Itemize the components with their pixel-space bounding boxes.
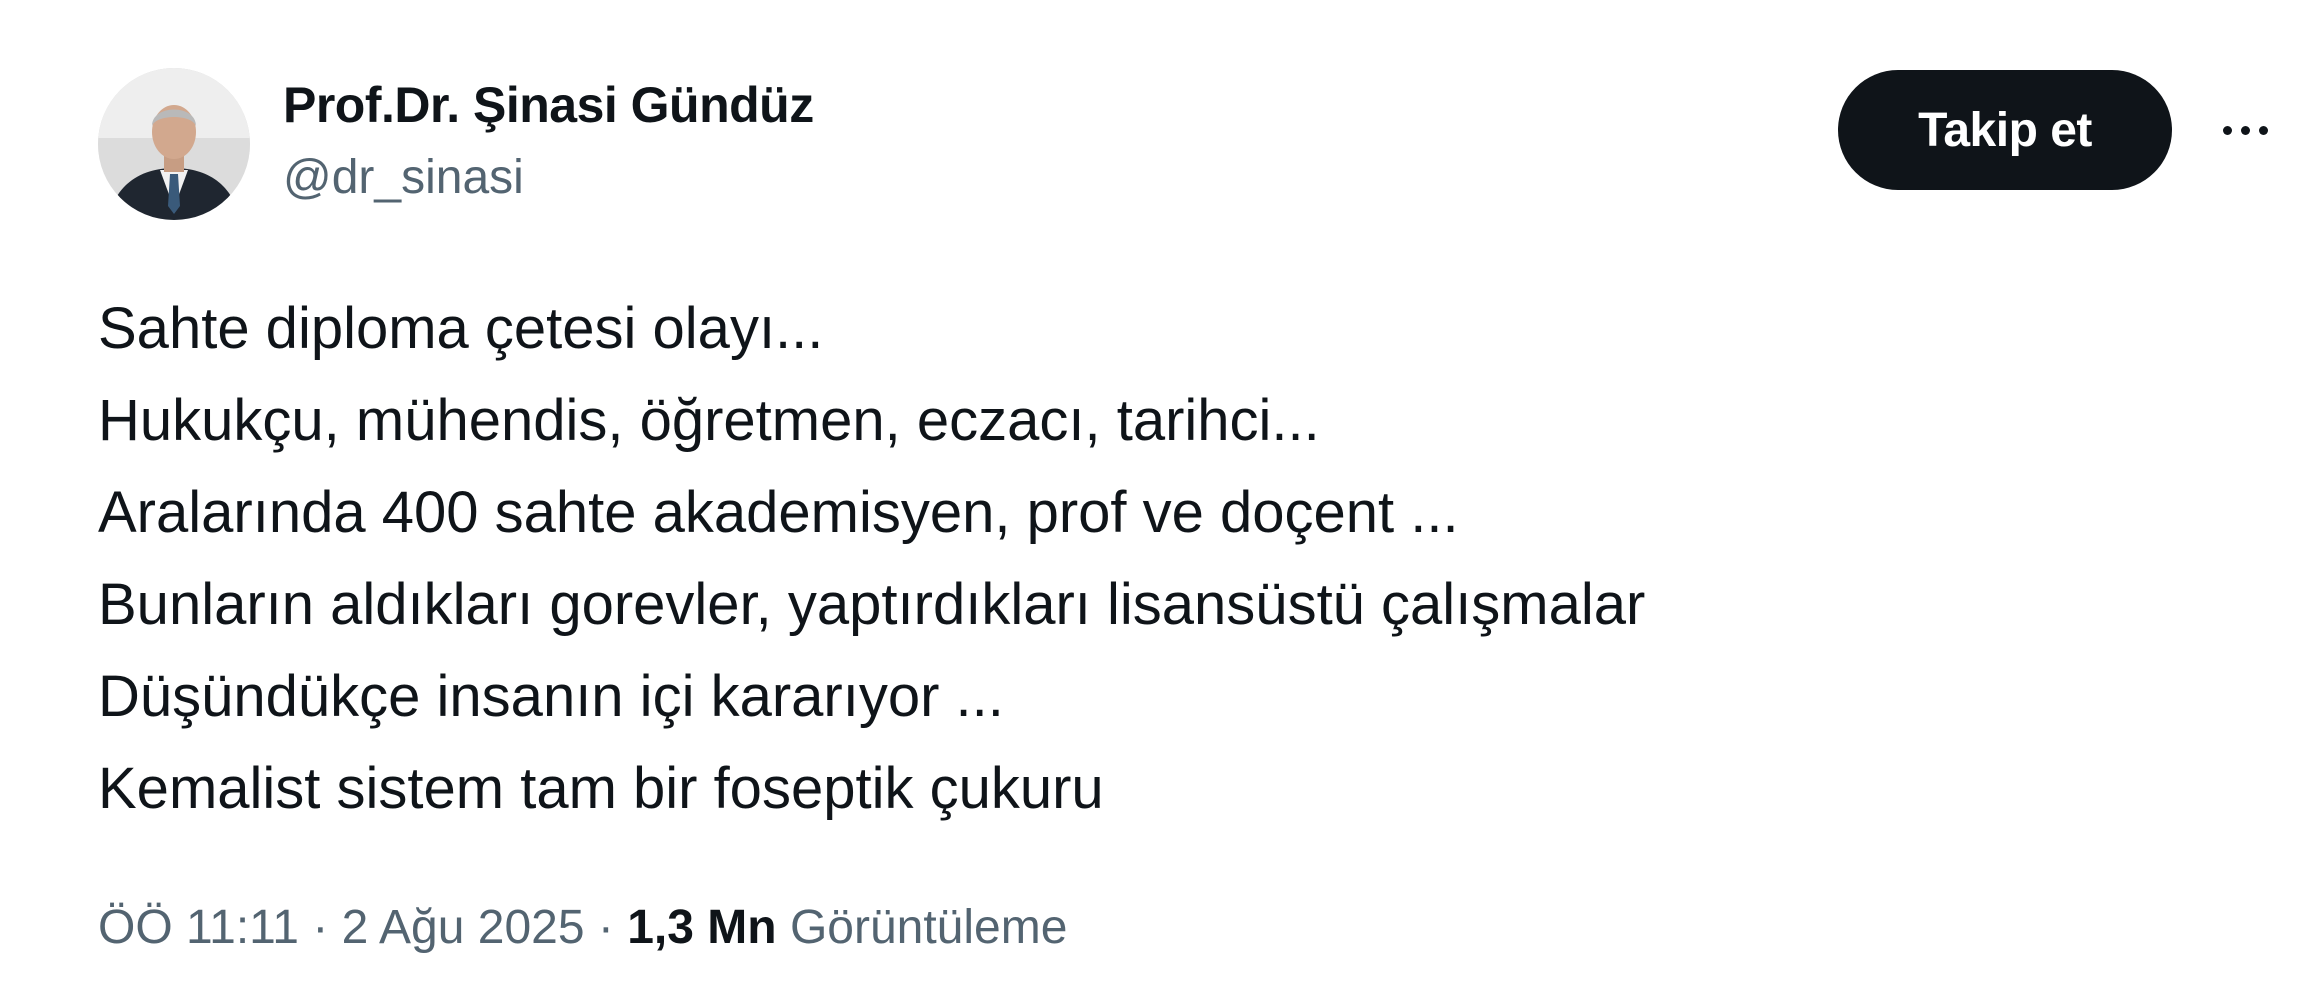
- tweet-text-line: Kemalist sistem tam bir foseptik çukuru: [98, 756, 1104, 821]
- meta-separator-2: ·: [584, 901, 628, 954]
- tweet-text-line: Sahte diploma çetesi olayı...: [98, 296, 824, 361]
- more-horizontal-icon: [2222, 125, 2232, 135]
- profile-photo-icon: [98, 68, 250, 220]
- tweet-date: 2 Ağu 2025: [341, 901, 585, 954]
- more-horizontal-icon-dot-2: [2240, 125, 2250, 135]
- tweet-text-line: Aralarında 400 sahte akademisyen, prof v…: [98, 480, 1459, 545]
- tweet-text: Sahte diploma çetesi olayı... Hukukçu, m…: [98, 283, 1645, 835]
- more-options-button[interactable]: [2200, 100, 2290, 160]
- author-handle[interactable]: @dr_sinasi: [283, 150, 524, 205]
- tweet-timestamp-link[interactable]: ÖÖ 11:11 · 2 Ağu 2025: [98, 901, 585, 954]
- tweet-card: Prof.Dr. Şinasi Gündüz @dr_sinasi Takip …: [0, 0, 2322, 1000]
- tweet-text-line: Hukukçu, mühendis, öğretmen, eczacı, tar…: [98, 388, 1320, 453]
- follow-button[interactable]: Takip et: [1838, 70, 2172, 190]
- views-label: Görüntüleme: [789, 901, 1068, 954]
- tweet-time: ÖÖ 11:11: [98, 901, 299, 954]
- meta-separator: ·: [299, 901, 342, 954]
- tweet-text-line: Bunların aldıkları gorevler, yaptırdıkla…: [98, 572, 1646, 637]
- tweet-text-line: Düşündükçe insanın içi kararıyor ...: [98, 664, 1004, 729]
- tweet-meta: ÖÖ 11:11 · 2 Ağu 2025 · 1,3 Mn Görüntüle…: [98, 900, 1067, 955]
- views-count: 1,3 Mn: [627, 901, 777, 954]
- author-avatar[interactable]: [98, 68, 250, 220]
- author-display-name[interactable]: Prof.Dr. Şinasi Gündüz: [283, 76, 814, 134]
- more-horizontal-icon-dot-3: [2258, 125, 2268, 135]
